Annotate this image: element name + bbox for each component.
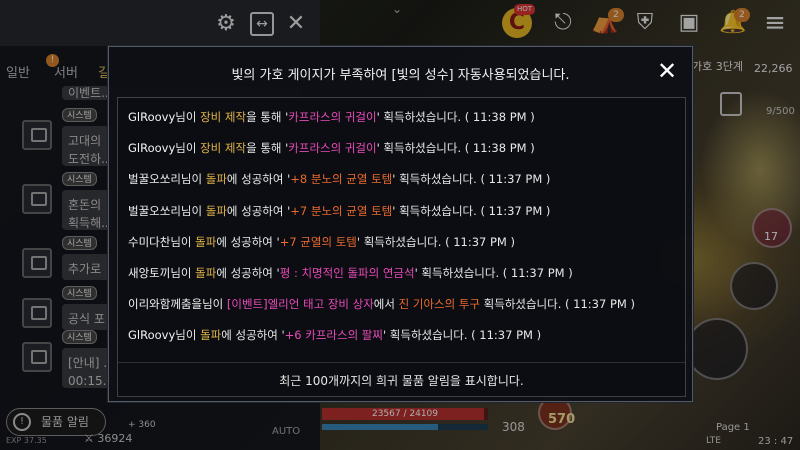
text: ' 획득하셨습니다. bbox=[392, 203, 481, 218]
log-entry: GlRoovy님이 장비 제작을 통해 '카프라스의 귀걸이' 획득하셨습니다.… bbox=[128, 102, 676, 133]
timestamp: ( 11:37 PM ) bbox=[445, 234, 516, 249]
timestamp: ( 11:37 PM ) bbox=[502, 265, 573, 280]
text: ' 획득하셨습니다. bbox=[414, 265, 503, 280]
item-name: 진 기아스의 투구 bbox=[398, 297, 480, 312]
log-entry: 새앙토끼님이 돌파에 성공하여 '평 : 치명적인 돌파의 연금석' 획득하셨습… bbox=[128, 258, 676, 289]
text: ' 획득하셨습니다. bbox=[382, 328, 472, 343]
text: 님이 bbox=[175, 110, 201, 124]
text: ' 획득하셨습니다. bbox=[376, 141, 465, 156]
text: 님이 bbox=[175, 141, 201, 156]
player-name: GlRoovy bbox=[128, 110, 176, 124]
item-name: +7 분노의 균열 토템 bbox=[290, 203, 393, 218]
timestamp: ( 11:37 PM ) bbox=[480, 172, 551, 187]
text: 님이 bbox=[170, 234, 196, 249]
player-name: GlRoovy bbox=[128, 141, 176, 156]
text: 획득하셨습니다. bbox=[480, 297, 566, 312]
timestamp: ( 11:38 PM ) bbox=[464, 141, 535, 156]
text: ' 획득하셨습니다. bbox=[376, 110, 465, 124]
player-name: 수미다찬 bbox=[128, 234, 171, 249]
player-name: 벌꿀오쏘리 bbox=[128, 172, 181, 187]
text: 님이 bbox=[180, 172, 206, 187]
log-list: GlRoovy님이 장비 제작을 통해 '카프라스의 귀걸이' 획득하셨습니다.… bbox=[128, 102, 676, 352]
acquisition-method: 돌파 bbox=[195, 234, 217, 249]
timestamp: ( 11:37 PM ) bbox=[565, 297, 635, 312]
item-name: 카프라스의 귀걸이 bbox=[288, 141, 377, 156]
text: 에 성공하여 ' bbox=[221, 328, 285, 343]
modal-header: 빛의 가호 게이지가 부족하여 [빛의 성수] 자동사용되었습니다. ✕ bbox=[109, 47, 692, 97]
log-entry: GlRoovy님이 돌파에 성공하여 '+6 카프라스의 팔찌' 획득하셨습니다… bbox=[128, 320, 676, 351]
item-name: 평 : 치명적인 돌파의 연금석 bbox=[279, 265, 415, 280]
rare-item-log-dialog: 빛의 가호 게이지가 부족하여 [빛의 성수] 자동사용되었습니다. ✕ GlR… bbox=[108, 46, 693, 402]
player-name: GlRoovy bbox=[128, 328, 176, 343]
item-name: +6 카프라스의 팔찌 bbox=[284, 328, 383, 343]
player-name: 벌꿀오쏘리 bbox=[128, 203, 181, 218]
log-entry: 벌꿀오쏘리님이 돌파에 성공하여 '+7 분노의 균열 토템' 획득하셨습니다.… bbox=[128, 196, 676, 227]
close-icon[interactable]: ✕ bbox=[655, 59, 679, 83]
modal-title: 빛의 가호 게이지가 부족하여 [빛의 성수] 자동사용되었습니다. bbox=[231, 68, 570, 83]
text: 에 성공하여 ' bbox=[216, 265, 280, 280]
text: 을 통해 ' bbox=[246, 141, 289, 156]
acquisition-method: 돌파 bbox=[200, 328, 222, 343]
timestamp: ( 11:37 PM ) bbox=[471, 328, 542, 343]
log-entry: 벌꿀오쏘리님이 돌파에 성공하여 '+8 분노의 균열 토템' 획득하셨습니다.… bbox=[128, 164, 676, 195]
item-name: +7 균열의 토템 bbox=[279, 234, 357, 249]
text: 님이 bbox=[180, 203, 206, 218]
text: 에 성공하여 ' bbox=[216, 234, 280, 249]
player-name: 새앙토끼 bbox=[128, 265, 171, 280]
log-entry: 이리와함께춤을님이 [이벤트]엘리언 태고 장비 상자에서 진 기아스의 투구 … bbox=[128, 289, 676, 320]
log-entry: GlRoovy님이 장비 제작을 통해 '카프라스의 귀걸이' 획득하셨습니다.… bbox=[128, 133, 676, 164]
acquisition-method: 돌파 bbox=[195, 265, 217, 280]
text: 에서 bbox=[373, 297, 399, 312]
text: 님이 bbox=[170, 265, 196, 280]
text: ' 획득하셨습니다. bbox=[356, 234, 446, 249]
text: 을 통해 ' bbox=[246, 110, 289, 124]
text: 님이 bbox=[202, 297, 227, 312]
log-box: GlRoovy님이 장비 제작을 통해 '카프라스의 귀걸이' 획득하셨습니다.… bbox=[117, 97, 686, 397]
text: 에 성공하여 ' bbox=[226, 203, 291, 218]
log-divider bbox=[118, 362, 685, 363]
player-name: 이리와함께춤을 bbox=[128, 297, 203, 312]
text: ' 획득하셨습니다. bbox=[392, 172, 481, 187]
acquisition-method: [이벤트]엘리언 태고 장비 상자 bbox=[226, 297, 374, 312]
acquisition-method: 돌파 bbox=[205, 172, 227, 187]
acquisition-method: 장비 제작 bbox=[200, 110, 247, 124]
item-name: +8 분노의 균열 토템 bbox=[290, 172, 393, 187]
text: 님이 bbox=[175, 328, 201, 343]
timestamp: ( 11:38 PM ) bbox=[464, 110, 535, 124]
log-entry: 수미다찬님이 돌파에 성공하여 '+7 균열의 토템' 획득하셨습니다. ( 1… bbox=[128, 227, 676, 258]
timestamp: ( 11:37 PM ) bbox=[480, 203, 551, 218]
log-footer: 최근 100개까지의 희귀 물품 알림을 표시합니다. bbox=[279, 374, 524, 388]
text: 에 성공하여 ' bbox=[226, 172, 291, 187]
acquisition-method: 장비 제작 bbox=[200, 141, 247, 156]
item-name: 카프라스의 귀걸이 bbox=[288, 110, 377, 124]
acquisition-method: 돌파 bbox=[205, 203, 227, 218]
